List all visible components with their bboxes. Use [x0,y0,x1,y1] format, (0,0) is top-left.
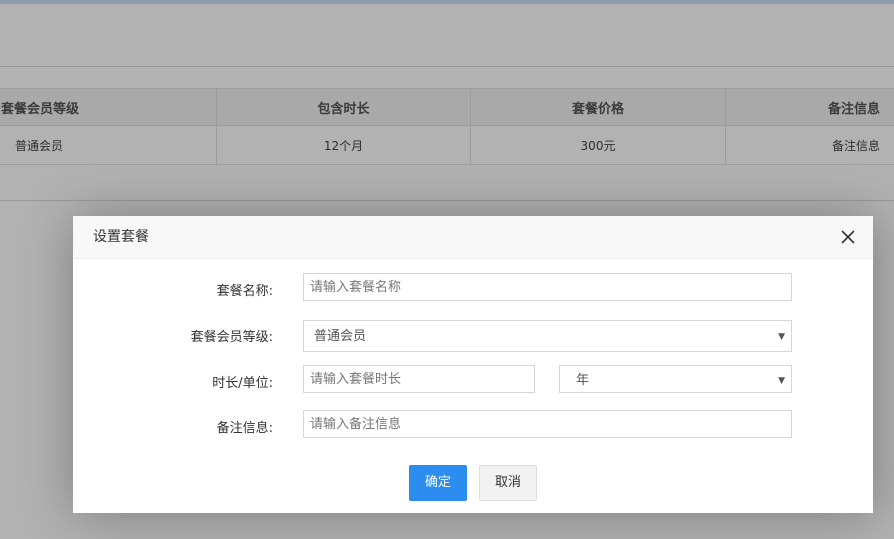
member-level-select[interactable]: 普通会员 ▼ [303,320,792,352]
form-row-duration: 时长/单位: 年 ▼ [73,365,873,393]
chevron-down-icon: ▼ [778,332,785,342]
cancel-button[interactable]: 取消 [479,465,537,501]
dialog-header: 设置套餐 [73,216,873,259]
remark-label: 备注信息: [216,421,273,436]
package-name-label: 套餐名称: [216,284,273,299]
member-level-selected-value: 普通会员 [314,329,367,344]
package-name-input[interactable] [303,273,792,301]
form-row-remark: 备注信息: [73,410,873,438]
member-level-label: 套餐会员等级: [190,330,273,345]
remark-input[interactable] [303,410,792,438]
set-package-dialog: 设置套餐 套餐名称: 套餐会员等级: 普通会员 ▼ 时长/单位: 年 ▼ 备注信… [73,216,873,513]
duration-input[interactable] [303,365,535,393]
confirm-button[interactable]: 确定 [409,465,467,501]
chevron-down-icon: ▼ [778,376,785,386]
close-icon[interactable] [841,230,855,244]
dialog-title: 设置套餐 [93,229,149,245]
duration-unit-select[interactable]: 年 ▼ [559,365,792,393]
form-row-package-name: 套餐名称: [73,273,873,301]
form-row-member-level: 套餐会员等级: 普通会员 ▼ [73,320,873,352]
duration-unit-selected-value: 年 [576,373,590,388]
duration-label: 时长/单位: [212,376,273,391]
